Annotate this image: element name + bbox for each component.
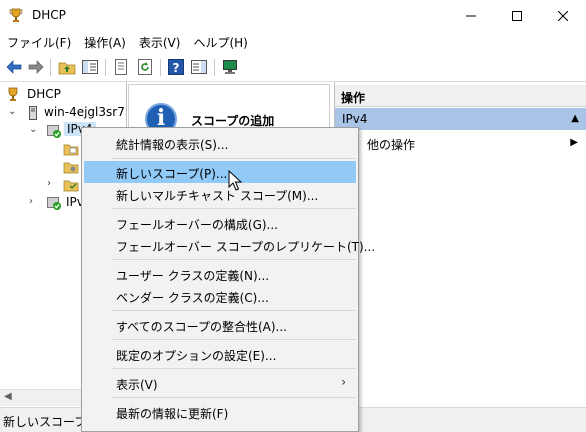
help-icon[interactable]: ? <box>167 58 185 76</box>
collapse-up-icon[interactable]: ▲ <box>571 113 579 124</box>
properties-icon[interactable] <box>112 58 130 76</box>
context-menu: 統計情報の表示(S)... 新しいスコープ(P)... 新しいマルチキャスト ス… <box>81 127 375 432</box>
menu-action[interactable]: 操作(A) <box>77 31 132 53</box>
close-button[interactable] <box>540 0 586 31</box>
menu-separator <box>112 310 356 311</box>
ctx-item-label: 表示(V) <box>116 378 158 392</box>
maximize-icon <box>512 10 522 21</box>
action-more-actions[interactable]: 他の操作 <box>367 136 415 153</box>
actions-section-ipv4[interactable]: IPv4 ▲ <box>335 108 586 130</box>
mouse-cursor-icon <box>228 170 242 191</box>
chevron-down-icon[interactable]: ⌄ <box>8 106 16 117</box>
ipv4-node-icon <box>47 125 61 138</box>
tree-item-label: win-4ejgl3sr7h <box>44 105 127 119</box>
monitor-icon[interactable] <box>221 58 239 76</box>
ctx-item-set-predefined-options[interactable]: 既定のオプションの設定(E)... <box>84 343 356 365</box>
scope-folder-icon[interactable] <box>63 141 79 157</box>
menu-file[interactable]: ファイル(F) <box>0 31 77 53</box>
dhcp-trophy-icon <box>9 8 23 22</box>
options-folder-icon[interactable] <box>63 159 79 175</box>
ipv6-node-icon <box>47 197 61 210</box>
ctx-item-reconcile-all-scopes[interactable]: すべてのスコープの整合性(A)... <box>84 314 356 336</box>
chevron-down-icon[interactable]: ⌄ <box>29 124 37 135</box>
ctx-item-show-statistics[interactable]: 統計情報の表示(S)... <box>84 132 356 154</box>
ctx-item-new-scope[interactable]: 新しいスコープ(P)... <box>84 161 356 183</box>
ctx-item-configure-failover[interactable]: フェールオーバーの構成(G)... <box>84 212 356 234</box>
tree-item-server[interactable]: ⌄ win-4ejgl3sr7h <box>0 104 127 122</box>
svg-text:?: ? <box>173 61 180 75</box>
maximize-button[interactable] <box>494 0 540 31</box>
menu-separator <box>112 368 356 369</box>
menu-separator <box>112 208 356 209</box>
scroll-left-icon[interactable]: ◀ <box>4 391 12 402</box>
folder-up-icon[interactable] <box>58 58 76 76</box>
refresh-icon[interactable] <box>136 58 154 76</box>
ctx-item-define-user-classes[interactable]: ユーザー クラスの定義(N)... <box>84 263 356 285</box>
ctx-item-replicate-failover[interactable]: フェールオーバー スコープのレプリケート(T)... <box>84 234 375 256</box>
chevron-right-icon[interactable]: › <box>29 196 33 207</box>
ctx-item-view[interactable]: 表示(V) › <box>84 372 356 394</box>
menu-separator <box>112 158 356 159</box>
dhcp-trophy-icon <box>8 87 18 101</box>
ctx-item-define-vendor-classes[interactable]: ベンダー クラスの定義(C)... <box>84 285 356 307</box>
menu-separator <box>112 339 356 340</box>
toolbar: ? <box>0 54 586 82</box>
toolbar-separator <box>50 59 51 76</box>
menu-separator <box>112 259 356 260</box>
minimize-button[interactable] <box>448 0 494 31</box>
show-hide-tree-icon[interactable] <box>81 58 99 76</box>
server-icon <box>29 106 37 120</box>
submenu-arrow-icon: ▶ <box>570 137 578 148</box>
actions-section-label: IPv4 <box>342 112 368 126</box>
ctx-item-new-multicast-scope[interactable]: 新しいマルチキャスト スコープ(M)... <box>84 183 356 205</box>
menu-help[interactable]: ヘルプ(H) <box>186 31 253 53</box>
action-pane-icon[interactable] <box>190 58 208 76</box>
chevron-right-icon: › <box>341 375 346 389</box>
window-title: DHCP <box>32 8 66 22</box>
tree-item-label: DHCP <box>27 87 61 101</box>
menu-bar: ファイル(F) 操作(A) 表示(V) ヘルプ(H) <box>0 31 586 53</box>
actions-header: 操作 <box>335 85 586 107</box>
minimize-icon <box>466 15 476 16</box>
ctx-item-refresh[interactable]: 最新の情報に更新(F) <box>84 401 356 423</box>
close-icon <box>558 10 568 21</box>
toolbar-separator <box>214 59 215 76</box>
policies-folder-icon[interactable] <box>63 177 79 193</box>
forward-arrow-icon[interactable] <box>27 58 45 76</box>
tree-item-dhcp[interactable]: DHCP <box>0 86 126 104</box>
toolbar-separator <box>160 59 161 76</box>
toolbar-separator <box>105 59 106 76</box>
title-bar: DHCP <box>0 0 586 31</box>
menu-view[interactable]: 表示(V) <box>132 31 187 53</box>
back-arrow-icon[interactable] <box>5 58 23 76</box>
menu-separator <box>112 397 356 398</box>
chevron-right-icon[interactable]: › <box>47 178 51 189</box>
